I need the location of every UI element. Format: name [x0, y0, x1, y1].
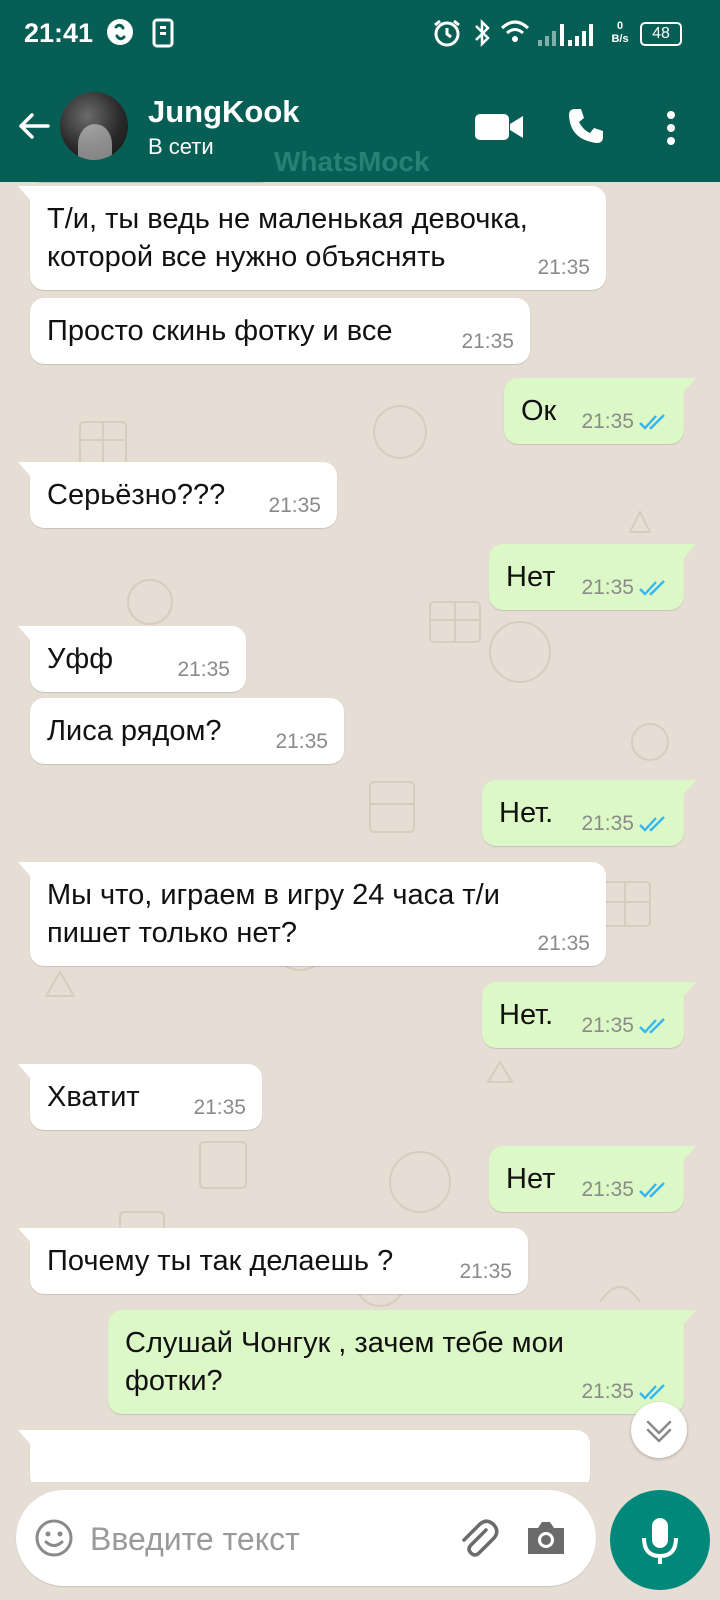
message-text: Уфф	[47, 643, 114, 675]
app-bar: JungKook В сети WhatsMock	[0, 86, 720, 177]
phone-storage-icon	[152, 18, 174, 53]
message-time: 21:35	[581, 812, 634, 835]
message-text: Т/и, ты ведь не маленькая девочка, котор…	[47, 203, 528, 273]
shazam-icon	[106, 18, 134, 51]
net-speed: 0 B/s	[606, 20, 634, 46]
phone-icon[interactable]	[566, 106, 606, 151]
message-time: 21:35	[193, 1096, 246, 1119]
message-time: 21:35	[177, 658, 230, 681]
message-bubble-incoming[interactable]: Просто скинь фотку и все 21:35	[30, 298, 530, 364]
message-text: Нет.	[499, 999, 554, 1031]
net-speed-unit: B/s	[611, 33, 629, 45]
message-text: Нет	[506, 561, 556, 593]
message-time: 21:35	[537, 932, 590, 955]
message-text: Серьёзно???	[47, 479, 226, 511]
message-bubble-outgoing[interactable]: Слушай Чонгук , зачем тебе мои фотки? 21…	[108, 1310, 696, 1414]
message-text: Ок	[521, 395, 557, 427]
chat-area[interactable]: Т/и, ты ведь не маленькая девочка, котор…	[0, 182, 720, 1482]
presence-status: В сети	[148, 134, 214, 159]
message-text: Нет.	[499, 797, 554, 829]
message-time: 21:35	[581, 576, 634, 599]
message-time: 21:35	[275, 730, 328, 753]
watermark: WhatsMock	[274, 146, 430, 177]
more-vert-icon[interactable]	[666, 110, 676, 151]
message-text: Хватит	[47, 1081, 140, 1113]
message-time: 21:35	[581, 1014, 634, 1037]
top-bar: 21:41 0 B/s 48 JungKook В сети WhatsMock	[0, 0, 720, 182]
battery-level: 48	[652, 25, 670, 42]
message-bubble-incoming[interactable]: Хватит 21:35	[18, 1064, 262, 1130]
message-bubble-incoming[interactable]: Почему ты так делаешь ? 21:35	[18, 1228, 528, 1294]
message-text: Мы что, играем в игру 24 часа т/и пишет …	[47, 879, 500, 949]
wifi-icon	[500, 18, 530, 51]
message-text: Просто скинь фотку и все	[47, 315, 393, 347]
scroll-to-bottom-button[interactable]	[631, 1402, 687, 1458]
message-bubble-outgoing[interactable]: Ок 21:35	[504, 378, 696, 444]
battery-icon: 48	[640, 22, 682, 46]
message-bubble-partial	[18, 1430, 590, 1482]
double-check-read-icon	[639, 580, 665, 597]
message-time: 21:35	[581, 410, 634, 433]
double-check-read-icon	[639, 1384, 665, 1401]
message-composer	[16, 1490, 596, 1586]
contact-name[interactable]: JungKook	[148, 94, 300, 130]
message-text: Почему ты так делаешь ?	[47, 1245, 394, 1277]
status-time: 21:41	[24, 18, 94, 48]
camera-icon[interactable]	[524, 1516, 568, 1565]
avatar[interactable]	[60, 92, 128, 160]
double-check-read-icon	[639, 1018, 665, 1035]
video-call-icon[interactable]	[474, 112, 524, 147]
status-bar: 21:41 0 B/s 48	[0, 0, 720, 70]
bluetooth-icon	[472, 18, 492, 53]
emoji-icon[interactable]	[34, 1518, 74, 1563]
message-text: Слушай Чонгук , зачем тебе мои фотки?	[125, 1327, 564, 1397]
message-time: 21:35	[268, 494, 321, 517]
double-check-read-icon	[639, 1182, 665, 1199]
alarm-icon	[432, 18, 462, 53]
double-check-read-icon	[639, 414, 665, 431]
message-time: 21:35	[581, 1380, 634, 1403]
message-bubble-outgoing[interactable]: Нет 21:35	[489, 544, 696, 610]
message-text: Нет	[506, 1163, 556, 1195]
message-time: 21:35	[581, 1178, 634, 1201]
message-bubble-outgoing[interactable]: Нет. 21:35	[482, 780, 696, 846]
message-bubble-incoming[interactable]: Лиса рядом? 21:35	[30, 698, 344, 764]
message-bubble-outgoing[interactable]: Нет 21:35	[489, 1146, 696, 1212]
back-arrow-icon[interactable]	[16, 108, 52, 149]
message-bubble-incoming[interactable]: Т/и, ты ведь не маленькая девочка, котор…	[18, 186, 606, 290]
message-time: 21:35	[537, 256, 590, 279]
message-bubble-incoming[interactable]: Серьёзно??? 21:35	[18, 462, 337, 528]
message-bubble-outgoing[interactable]: Нет. 21:35	[482, 982, 696, 1048]
attach-icon[interactable]	[456, 1516, 500, 1565]
message-bubble-incoming[interactable]: Мы что, играем в игру 24 часа т/и пишет …	[18, 862, 606, 966]
message-bubble-incoming[interactable]: Уфф 21:35	[18, 626, 246, 692]
message-time: 21:35	[459, 1260, 512, 1283]
mic-icon	[642, 1518, 678, 1564]
signal-icon	[536, 18, 596, 53]
net-speed-value: 0	[616, 20, 624, 32]
chevron-down-icon	[646, 1420, 672, 1443]
message-time: 21:35	[461, 330, 514, 353]
double-check-read-icon	[639, 816, 665, 833]
message-text: Лиса рядом?	[47, 715, 222, 747]
message-input[interactable]	[88, 1516, 442, 1562]
mic-button[interactable]	[610, 1490, 710, 1590]
